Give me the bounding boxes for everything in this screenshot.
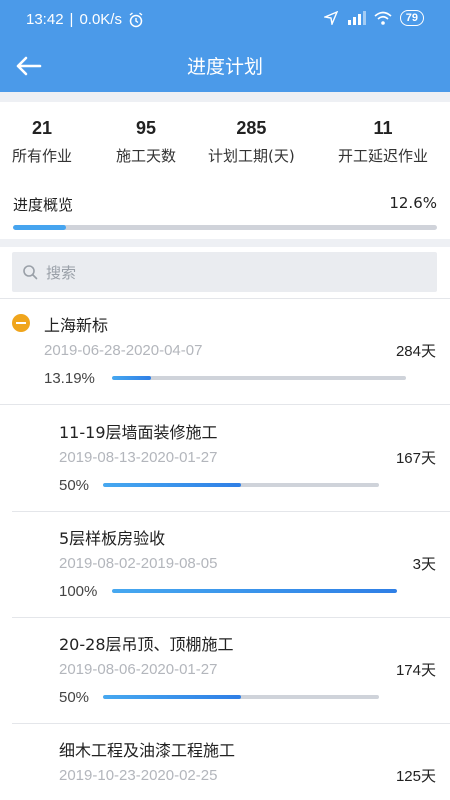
task-progress-fill (112, 589, 397, 593)
header-divider (0, 92, 450, 102)
overview-progress-track (13, 225, 437, 230)
overview-percent: 12.6% (389, 194, 437, 212)
task-days: 174天 (395, 662, 436, 679)
stats-summary: 21 所有作业 95 施工天数 285 计划工期(天) 11 开工延迟作业 (0, 110, 450, 180)
stat-planned-duration[interactable]: 285 计划工期(天) (208, 118, 295, 166)
signal-icon (347, 11, 366, 25)
page-title: 进度计划 (186, 56, 263, 78)
task-progress-fill (112, 376, 151, 380)
task-dates: 2019-08-02-2019-08-05 (59, 555, 218, 572)
task-days: 167天 (395, 450, 436, 467)
stat-value: 11 (373, 118, 393, 138)
task-name: 11-19层墙面装修施工 (59, 423, 218, 442)
list-item[interactable]: 细木工程及油漆工程施工 2019-10-23-2020-02-25 125天 (0, 723, 450, 800)
stat-value: 285 (236, 118, 267, 138)
stat-construction-days[interactable]: 95 施工天数 (116, 118, 176, 166)
search-placeholder: 搜索 (46, 264, 77, 282)
list-item[interactable]: 上海新标 2019-06-28-2020-04-07 284天 13.19% (0, 298, 450, 404)
stat-label: 所有作业 (12, 147, 73, 165)
stat-value: 95 (135, 118, 157, 138)
list-item[interactable]: 11-19层墙面装修施工 2019-08-13-2020-01-27 167天 … (0, 405, 450, 511)
list-item[interactable]: 20-28层吊顶、顶棚施工 2019-08-06-2020-01-27 174天… (0, 617, 450, 723)
task-progress-track (112, 589, 397, 593)
wifi-icon (374, 11, 392, 25)
task-progress-fill (103, 695, 241, 699)
collapse-icon[interactable] (12, 314, 30, 332)
task-percent: 100% (59, 583, 98, 600)
status-time: 13:42 (26, 11, 64, 28)
task-progress-track (112, 376, 406, 380)
battery-indicator: 79 (399, 10, 424, 26)
progress-overview: 进度概览 12.6% (13, 194, 437, 230)
overview-label: 进度概览 (13, 196, 74, 214)
task-name: 上海新标 (44, 316, 109, 335)
task-percent: 13.19% (44, 370, 95, 387)
task-days: 3天 (412, 556, 436, 573)
stat-label: 开工延迟作业 (338, 147, 429, 165)
location-icon (323, 11, 338, 25)
task-dates: 2019-10-23-2020-02-25 (59, 767, 218, 784)
task-progress-track (103, 483, 379, 487)
task-name: 5层样板房验收 (59, 529, 166, 548)
alarm-icon (129, 11, 143, 27)
task-dates: 2019-06-28-2020-04-07 (44, 342, 203, 359)
status-divider: | (69, 11, 74, 28)
list-item[interactable]: 5层样板房验收 2019-08-02-2019-08-05 3天 100% (0, 511, 450, 617)
stat-value: 21 (31, 118, 53, 138)
section-divider (0, 239, 450, 247)
stat-label: 施工天数 (116, 147, 177, 165)
task-name: 细木工程及油漆工程施工 (59, 741, 236, 760)
stat-delayed-tasks[interactable]: 11 开工延迟作业 (338, 118, 428, 166)
task-days: 125天 (395, 768, 436, 785)
task-progress-fill (103, 483, 241, 487)
task-dates: 2019-08-13-2020-01-27 (59, 449, 218, 466)
search-input[interactable]: 搜索 (12, 252, 437, 292)
status-speed: 0.0K/s (79, 11, 122, 28)
app-bar: 进度计划 (0, 40, 450, 92)
stat-all-tasks[interactable]: 21 所有作业 (12, 118, 72, 166)
stat-label: 计划工期(天) (208, 147, 295, 165)
search-icon (23, 265, 38, 280)
status-bar: 13:42 | 0.0K/s 79 (0, 0, 450, 40)
task-name: 20-28层吊顶、顶棚施工 (59, 635, 234, 654)
task-percent: 50% (59, 689, 90, 706)
task-percent: 50% (59, 477, 90, 494)
task-progress-track (103, 695, 379, 699)
task-dates: 2019-08-06-2020-01-27 (59, 661, 218, 678)
overview-progress-fill (13, 225, 67, 230)
task-days: 284天 (395, 343, 436, 360)
